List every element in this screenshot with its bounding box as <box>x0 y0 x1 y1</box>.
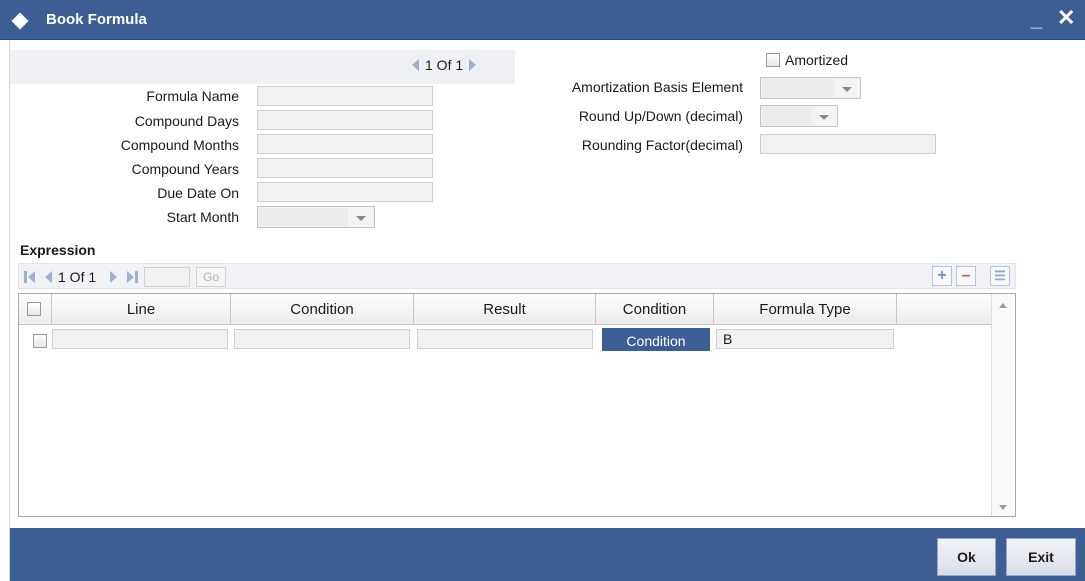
record-pager: 1 Of 1 <box>412 57 477 73</box>
next-record-icon[interactable] <box>469 59 477 71</box>
chevron-down-icon <box>842 87 852 92</box>
start-month-value <box>259 208 348 226</box>
rounding-factor-field[interactable] <box>760 134 936 154</box>
round-up-down-select[interactable] <box>760 105 838 127</box>
compound-days-label: Compound Days <box>134 113 239 129</box>
formula-name-label: Formula Name <box>146 88 239 104</box>
condition-button[interactable]: Condition <box>602 328 710 351</box>
scroll-down-icon[interactable] <box>999 505 1007 510</box>
due-date-on-field[interactable] <box>257 182 433 202</box>
compound-months-label: Compound Months <box>120 137 239 153</box>
next-page-icon[interactable] <box>110 271 118 283</box>
close-button[interactable]: ✕ <box>1057 7 1075 29</box>
go-button[interactable]: Go <box>196 267 227 287</box>
formula-type-field[interactable]: B <box>716 329 894 349</box>
compound-days-field[interactable] <box>257 110 433 130</box>
column-header-condition-button[interactable]: Condition <box>596 294 714 325</box>
exit-button[interactable]: Exit <box>1006 538 1076 576</box>
rounding-factor-label: Rounding Factor(decimal) <box>581 137 743 153</box>
condition-field[interactable] <box>234 329 410 349</box>
row-checkbox[interactable] <box>33 334 47 348</box>
first-page-icon[interactable] <box>24 271 35 283</box>
grid-header: Line Condition Result Condition Formula … <box>19 294 992 325</box>
minimize-button[interactable]: _ <box>1031 10 1042 30</box>
expression-pager: 1 Of 1 Go <box>24 267 227 287</box>
expression-pager-text: 1 Of 1 <box>58 269 97 285</box>
footer-bar <box>10 528 1085 581</box>
delete-row-button[interactable]: – <box>956 266 976 286</box>
formula-name-field[interactable] <box>257 86 433 106</box>
compound-years-label: Compound Years <box>131 161 239 177</box>
round-up-down-label: Round Up/Down (decimal) <box>578 108 743 124</box>
column-header-condition[interactable]: Condition <box>231 294 414 325</box>
diamond-icon <box>11 12 29 30</box>
start-month-select[interactable] <box>257 206 375 228</box>
chevron-down-icon <box>819 115 829 120</box>
start-month-label: Start Month <box>166 209 239 225</box>
result-field[interactable] <box>417 329 593 349</box>
column-header-result[interactable]: Result <box>414 294 596 325</box>
compound-months-field[interactable] <box>257 134 433 154</box>
window-left-border <box>9 40 10 581</box>
previous-record-icon[interactable] <box>412 59 419 71</box>
amortization-basis-label: Amortization Basis Element <box>571 79 743 95</box>
ok-button[interactable]: Ok <box>937 538 996 576</box>
due-date-on-label: Due Date On <box>157 185 239 201</box>
amortized-label: Amortized <box>785 52 849 68</box>
last-page-icon[interactable] <box>127 271 139 283</box>
column-header-line[interactable]: Line <box>52 294 231 325</box>
select-all-checkbox[interactable] <box>27 302 41 316</box>
round-up-down-value <box>762 107 811 125</box>
amortized-checkbox[interactable] <box>766 53 780 67</box>
amortization-basis-select[interactable] <box>760 77 861 99</box>
add-row-button[interactable]: + <box>932 266 952 286</box>
vertical-scrollbar[interactable] <box>991 294 1015 516</box>
expression-title: Expression <box>20 242 96 258</box>
single-view-button[interactable]: ☰ <box>990 266 1010 286</box>
column-header-formula-type[interactable]: Formula Type <box>714 294 897 325</box>
window-title: Book Formula <box>46 11 147 28</box>
record-pager-text: 1 Of 1 <box>425 57 464 73</box>
amortization-basis-value <box>762 79 834 97</box>
chevron-down-icon <box>356 216 366 221</box>
select-all-cell <box>19 294 52 325</box>
title-bar: Book Formula _ ✕ <box>0 0 1085 40</box>
previous-page-icon[interactable] <box>45 271 52 283</box>
scroll-up-icon[interactable] <box>999 303 1007 308</box>
compound-years-field[interactable] <box>257 158 433 178</box>
page-number-input[interactable] <box>144 267 191 287</box>
expression-grid: Line Condition Result Condition Formula … <box>18 293 1016 517</box>
line-field[interactable] <box>52 329 228 349</box>
